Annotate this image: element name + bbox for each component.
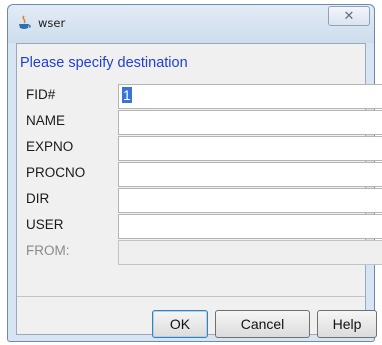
from-label: FROM: bbox=[26, 243, 70, 258]
from-input bbox=[118, 240, 382, 265]
cancel-button[interactable]: Cancel bbox=[215, 310, 310, 338]
dialog-window: wser ✕ Please specify destination FID# 1… bbox=[7, 4, 382, 342]
dir-label: DIR bbox=[26, 191, 50, 206]
field-row-procno: PROCNO bbox=[17, 160, 382, 187]
dir-input[interactable] bbox=[118, 188, 382, 213]
field-row-expno: EXPNO bbox=[17, 134, 382, 161]
field-row-name: NAME bbox=[17, 108, 382, 135]
button-bar-divider bbox=[17, 296, 365, 297]
user-input[interactable] bbox=[118, 214, 382, 239]
user-label: USER bbox=[26, 217, 64, 232]
fid-input[interactable]: 1 bbox=[118, 84, 382, 109]
expno-input[interactable] bbox=[118, 136, 382, 161]
java-icon bbox=[19, 15, 31, 29]
title-bar[interactable]: wser ✕ bbox=[8, 5, 374, 43]
window-title: wser bbox=[38, 16, 66, 30]
close-button[interactable]: ✕ bbox=[328, 6, 370, 26]
field-row-user: USER bbox=[17, 212, 382, 239]
procno-input[interactable] bbox=[118, 162, 382, 187]
expno-label: EXPNO bbox=[26, 139, 74, 154]
field-row-dir: DIR bbox=[17, 186, 382, 213]
procno-label: PROCNO bbox=[26, 165, 86, 180]
fid-value: 1 bbox=[122, 87, 132, 103]
dialog-header: Please specify destination bbox=[20, 55, 188, 71]
dialog-body: Please specify destination FID# 1 NAME E… bbox=[16, 43, 382, 338]
field-row-from: FROM: bbox=[17, 238, 382, 265]
name-input[interactable] bbox=[118, 110, 382, 135]
close-icon: ✕ bbox=[343, 8, 355, 24]
help-button[interactable]: Help bbox=[317, 310, 377, 338]
name-label: NAME bbox=[26, 113, 66, 128]
fid-label: FID# bbox=[26, 87, 56, 102]
ok-button[interactable]: OK bbox=[152, 310, 208, 338]
field-row-fid: FID# 1 bbox=[17, 82, 382, 109]
